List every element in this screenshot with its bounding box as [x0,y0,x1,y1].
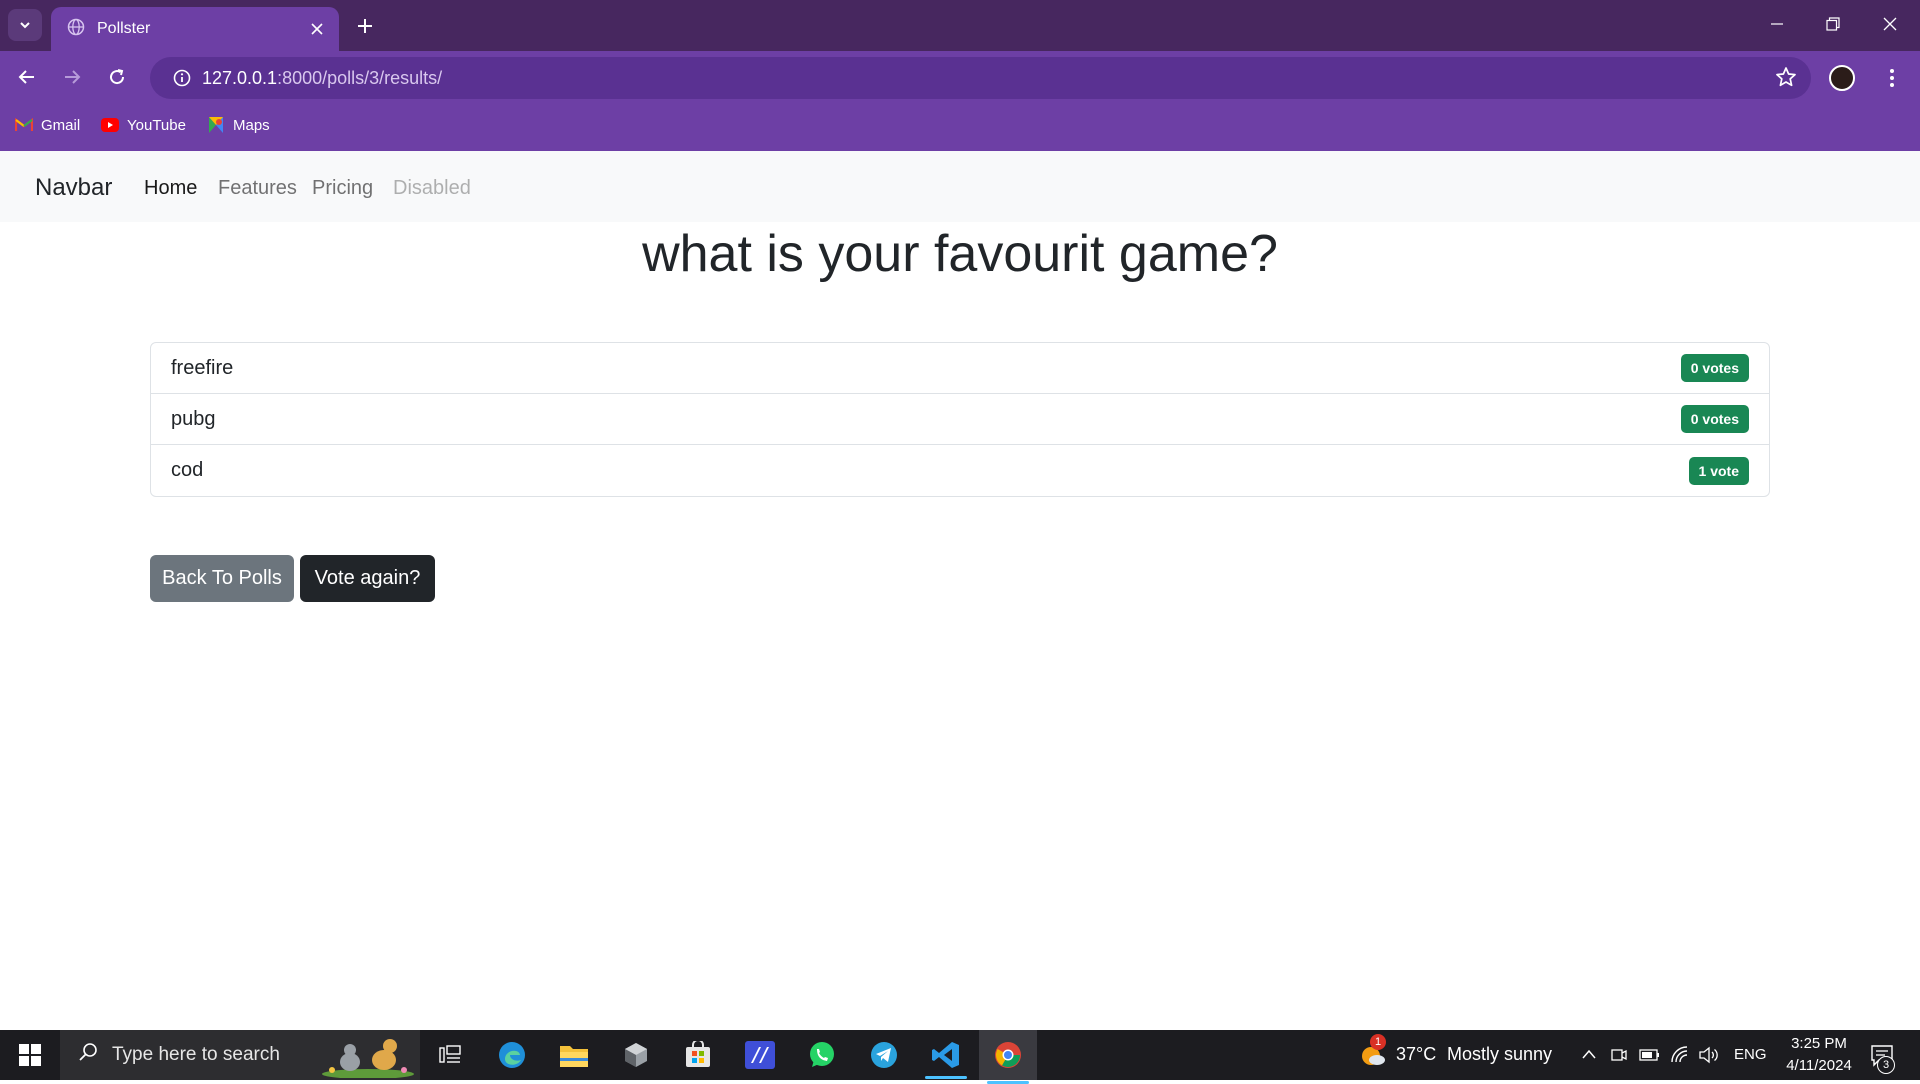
globe-icon [67,18,85,41]
tab-search-button[interactable] [8,9,42,41]
url-path: :8000/polls/3/results/ [277,67,443,88]
search-icon [78,1042,98,1068]
bookmark-maps[interactable]: Maps [207,113,270,137]
edge-icon [499,1042,525,1068]
taskbar-vscode[interactable] [917,1035,975,1079]
reload-button[interactable] [99,59,135,95]
plus-icon [358,19,372,33]
close-tab-icon[interactable] [303,15,331,43]
taskbar-whatsapp[interactable] [793,1035,851,1075]
choice-text: pubg [171,407,216,430]
taskbar-microsoft-store[interactable] [669,1035,727,1075]
gmail-icon [15,116,33,134]
vscode-icon [932,1042,959,1068]
browser-menu-button[interactable] [1880,62,1904,94]
chrome-icon [995,1042,1021,1068]
taskbar-edge[interactable] [483,1035,541,1075]
nav-link-home[interactable]: Home [144,177,197,200]
weather-temperature[interactable]: 37°C [1396,1044,1436,1065]
reload-icon [110,69,125,85]
bookmark-label: YouTube [127,116,186,134]
profile-avatar[interactable] [1829,65,1855,91]
chevron-up-icon[interactable] [1581,1048,1597,1060]
youtube-icon [101,116,119,134]
bookmark-label: Maps [233,116,270,134]
taskbar-unity[interactable] [607,1035,665,1075]
app-icon [745,1041,775,1069]
volume-icon[interactable] [1698,1045,1720,1065]
back-button[interactable] [9,59,45,95]
choice-text: freefire [171,356,234,379]
taskbar-search-box[interactable]: Type here to search [60,1030,420,1080]
restore-icon [1826,17,1840,31]
tab-title: Pollster [97,20,151,37]
clock-date[interactable]: 4/11/2024 [1776,1057,1862,1074]
bookmarks-bar: Gmail YouTube Maps [0,100,1920,151]
store-icon [686,1041,710,1067]
search-highlight-illustration [322,1039,414,1078]
vote-count-badge: 0 votes [1680,405,1749,433]
url-text: 127.0.0.1:8000/polls/3/results/ [202,68,442,89]
choice-text: cod [171,459,204,481]
results-list: freefire 0 votes pubg 0 votes cod 1 vote [150,342,1770,497]
whatsapp-icon [810,1042,834,1067]
close-window-button[interactable] [1862,0,1918,48]
browser-tab-active[interactable]: Pollster [51,7,339,51]
weather-description[interactable]: Mostly sunny [1447,1044,1552,1065]
bookmark-youtube[interactable]: YouTube [101,113,186,137]
folder-icon [560,1046,588,1067]
telegram-icon [871,1042,897,1068]
arrow-right-icon [65,70,81,84]
notification-count-badge: 3 [1877,1056,1895,1074]
minimize-icon [1771,23,1783,25]
maps-icon [207,116,225,134]
language-indicator[interactable]: ENG [1734,1046,1767,1063]
site-navbar: Navbar Home Features Pricing Disabled [0,151,1920,222]
taskbar-app-blue[interactable] [731,1035,789,1075]
bookmark-gmail[interactable]: Gmail [15,113,80,137]
bookmark-star-icon[interactable] [1775,66,1797,93]
nav-link-pricing[interactable]: Pricing [312,177,373,200]
address-bar[interactable]: 127.0.0.1:8000/polls/3/results/ [150,57,1811,99]
task-view-button[interactable] [421,1035,479,1075]
taskbar-telegram[interactable] [855,1035,913,1075]
poll-question: what is your favourit game? [642,225,1278,283]
list-item: cod 1 vote [151,445,1769,496]
chevron-down-icon [20,22,30,29]
taskbar-search-placeholder: Type here to search [112,1044,280,1065]
nav-link-disabled: Disabled [393,177,471,199]
more-vertical-icon [1890,69,1894,87]
list-item: pubg 0 votes [151,394,1769,445]
weather-alert-badge: 1 [1370,1034,1386,1050]
new-tab-button[interactable] [350,11,380,41]
back-to-polls-button[interactable]: Back To Polls [150,555,294,602]
site-info-icon[interactable] [162,69,202,87]
task-view-icon [439,1045,461,1063]
vote-again-button[interactable]: Vote again? [300,555,435,602]
bookmark-label: Gmail [41,116,81,134]
nav-link-features[interactable]: Features [218,177,297,200]
wifi-icon[interactable] [1670,1045,1690,1065]
minimize-button[interactable] [1749,0,1805,48]
clock-time[interactable]: 3:25 PM [1776,1035,1862,1052]
browser-titlebar: Pollster [0,0,1920,51]
battery-icon[interactable] [1639,1047,1661,1063]
arrow-left-icon [18,70,34,84]
start-button[interactable] [0,1030,60,1080]
vote-count-badge: 0 votes [1680,354,1749,382]
close-icon [1883,17,1897,31]
windows-logo-icon [19,1044,41,1066]
unity-icon [625,1043,647,1067]
forward-button[interactable] [54,59,90,95]
windows-taskbar: Type here to search 1 37°C Mostly sunny … [0,1030,1920,1084]
list-item: freefire 0 votes [151,343,1769,394]
taskbar-chrome[interactable] [979,1030,1037,1084]
vote-count-badge: 1 vote [1688,456,1749,485]
navbar-brand[interactable]: Navbar [35,174,112,202]
url-host: 127.0.0.1 [202,67,278,88]
camera-icon[interactable] [1610,1046,1628,1064]
taskbar-file-explorer[interactable] [545,1035,603,1075]
restore-button[interactable] [1805,0,1861,48]
